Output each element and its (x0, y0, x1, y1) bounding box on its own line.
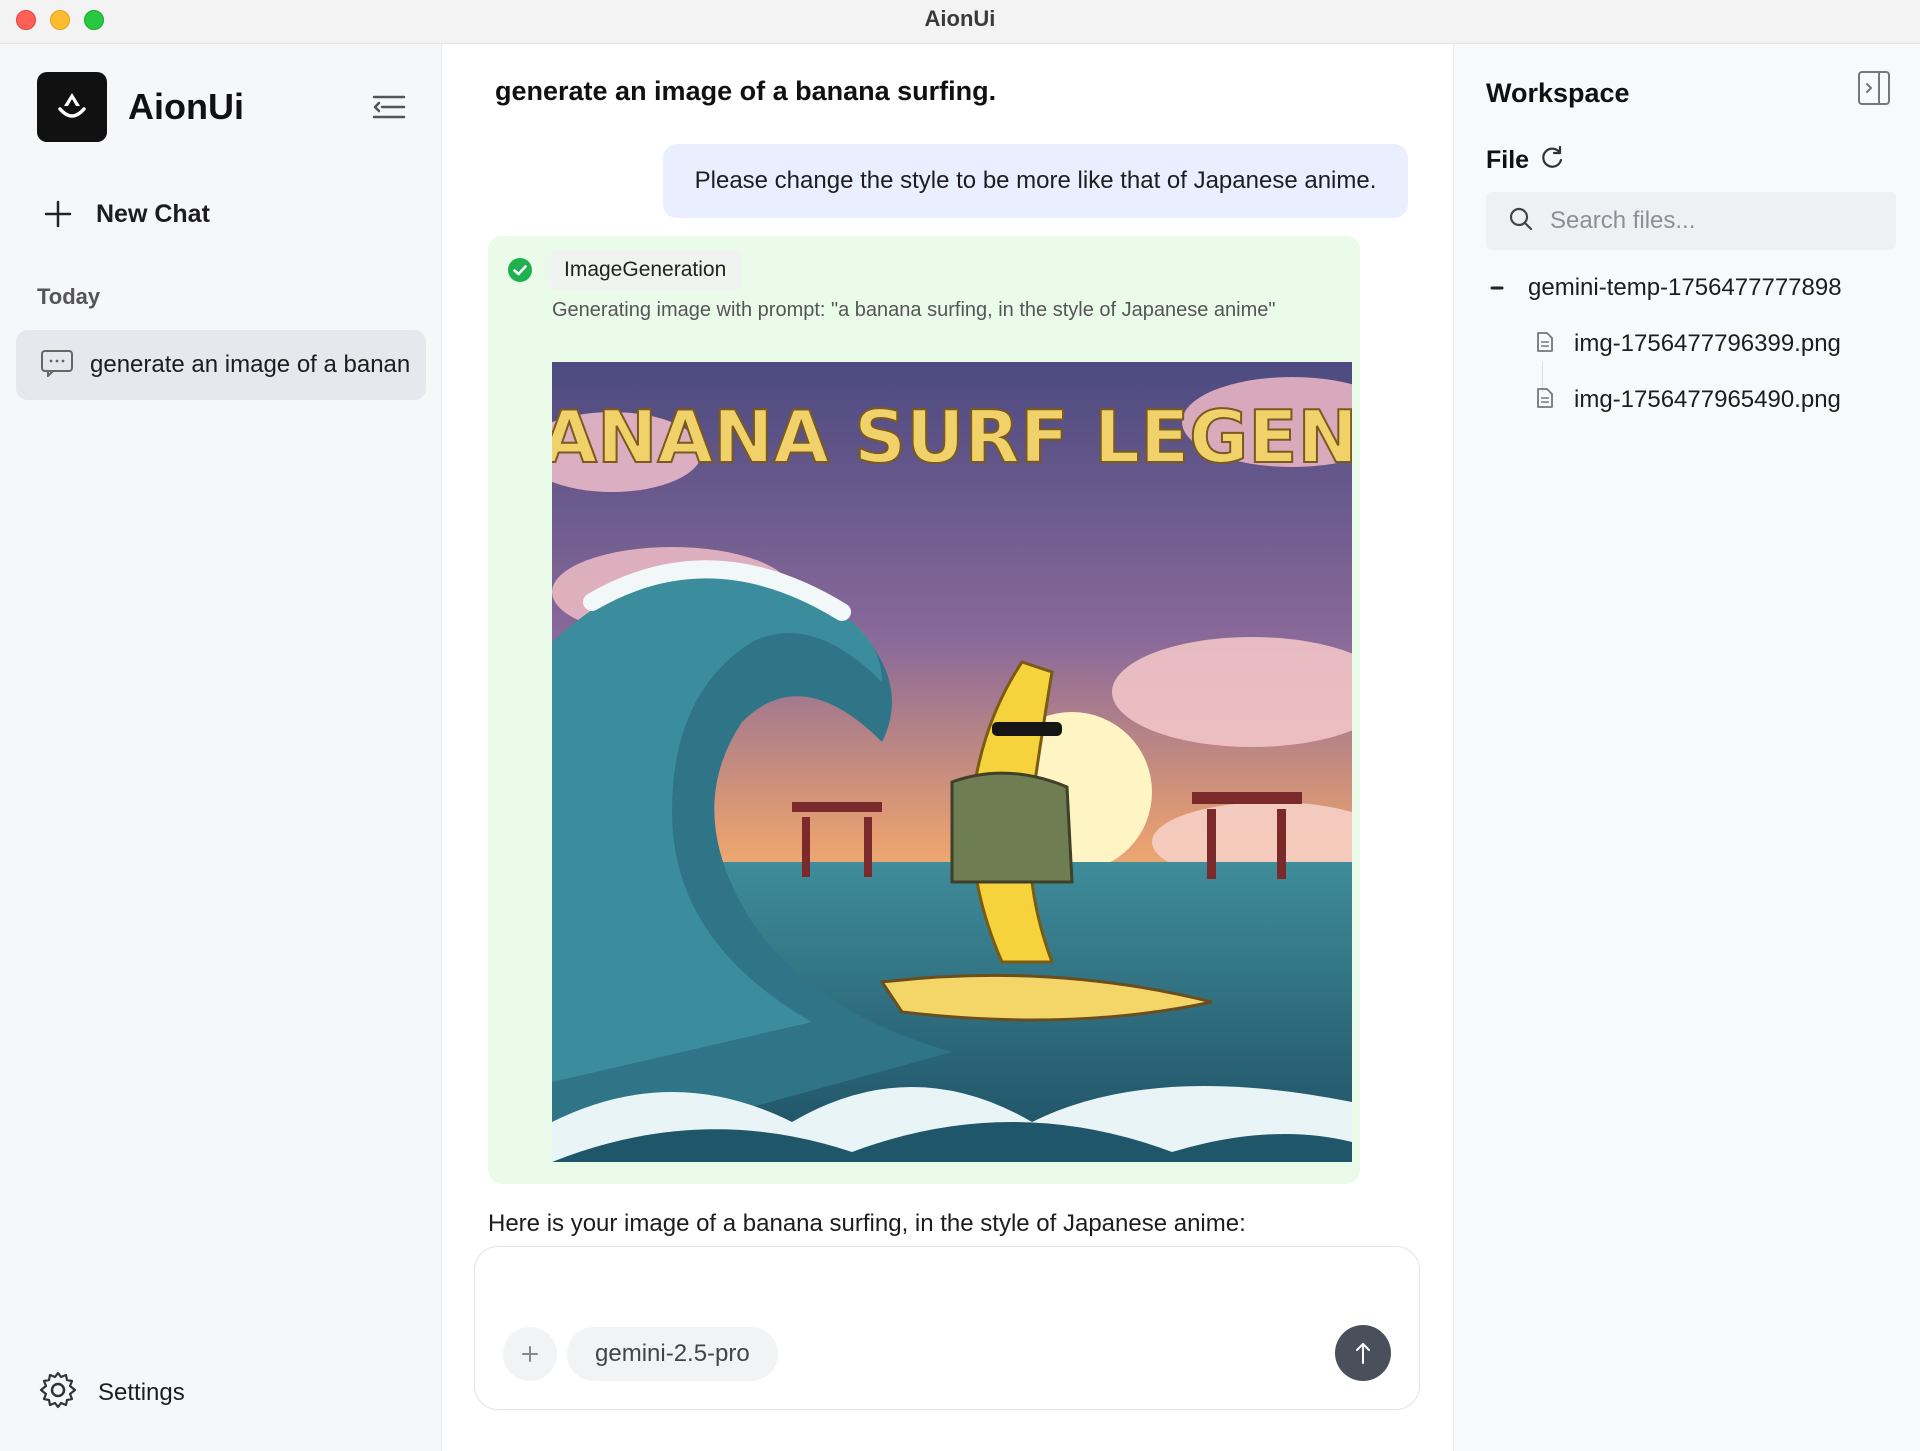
plus-icon (522, 1346, 538, 1362)
collapse-folder-icon[interactable] (1488, 279, 1506, 297)
send-button[interactable] (1335, 1325, 1391, 1381)
file-search-input[interactable] (1550, 207, 1870, 235)
assistant-reply: Here is your image of a banana surfing, … (488, 1210, 1246, 1237)
new-chat-label: New Chat (96, 199, 210, 228)
user-message-bubble: Please change the style to be more like … (663, 144, 1408, 218)
gear-icon (38, 1370, 78, 1415)
tree-file-item[interactable]: img-1756477796399.png (1536, 330, 1841, 358)
tool-call-card: ImageGeneration Generating image with pr… (488, 236, 1360, 1184)
model-selector[interactable]: gemini-2.5-pro (567, 1327, 778, 1381)
file-icon (1536, 387, 1554, 414)
title-bar: AionUi (0, 0, 1920, 44)
tool-description: Generating image with prompt: "a banana … (552, 299, 1276, 321)
workspace-panel: Workspace File Search files... gemini-te… (1453, 44, 1920, 1451)
app-brand-name: AionUi (128, 86, 244, 127)
refresh-icon[interactable] (1539, 144, 1565, 177)
message-composer: gemini-2.5-pro (474, 1246, 1420, 1410)
file-icon (1536, 331, 1554, 358)
window-title: AionUi (924, 6, 996, 31)
settings-button[interactable]: Settings (38, 1370, 185, 1415)
chat-history-item-label: generate an image of a banana surfing. (90, 351, 410, 378)
tree-file-item[interactable]: img-1756477965490.png (1536, 386, 1841, 414)
file-name: img-1756477796399.png (1574, 330, 1841, 357)
search-icon (1508, 206, 1534, 237)
panel-toggle-icon[interactable] (1857, 70, 1891, 106)
sidebar: AionUi New Chat Today generate an image … (0, 44, 442, 1451)
conversation-title: generate an image of a banana surfing. (495, 76, 997, 106)
file-name: img-1756477965490.png (1574, 386, 1841, 413)
chat-main: generate an image of a banana surfing. P… (443, 44, 1453, 1451)
file-search-box (1486, 192, 1896, 250)
collapse-sidebar-icon[interactable] (372, 92, 406, 122)
attach-button[interactable] (503, 1327, 557, 1381)
new-chat-button[interactable]: New Chat (38, 194, 338, 234)
section-header-today: Today (37, 284, 101, 309)
generated-image[interactable]: BANANA SURF LEGEND (552, 362, 1352, 1162)
file-section-header: File (1486, 144, 1565, 177)
arrow-up-icon (1356, 1343, 1370, 1364)
tool-name-tag: ImageGeneration (548, 250, 743, 290)
workspace-title: Workspace (1486, 78, 1630, 108)
chat-bubble-icon (40, 349, 74, 382)
generated-image-caption: BANANA SURF LEGEND (552, 395, 1352, 479)
chat-history-item[interactable]: generate an image of a banana surfing. (16, 330, 426, 400)
success-check-icon (508, 258, 532, 282)
plus-icon (38, 194, 78, 234)
app-logo-icon (37, 72, 107, 142)
folder-name: gemini-temp-1756477777898 (1528, 274, 1842, 301)
settings-label: Settings (98, 1378, 185, 1406)
tree-folder[interactable]: gemini-temp-1756477777898 (1488, 274, 1842, 302)
file-label: File (1486, 146, 1530, 174)
